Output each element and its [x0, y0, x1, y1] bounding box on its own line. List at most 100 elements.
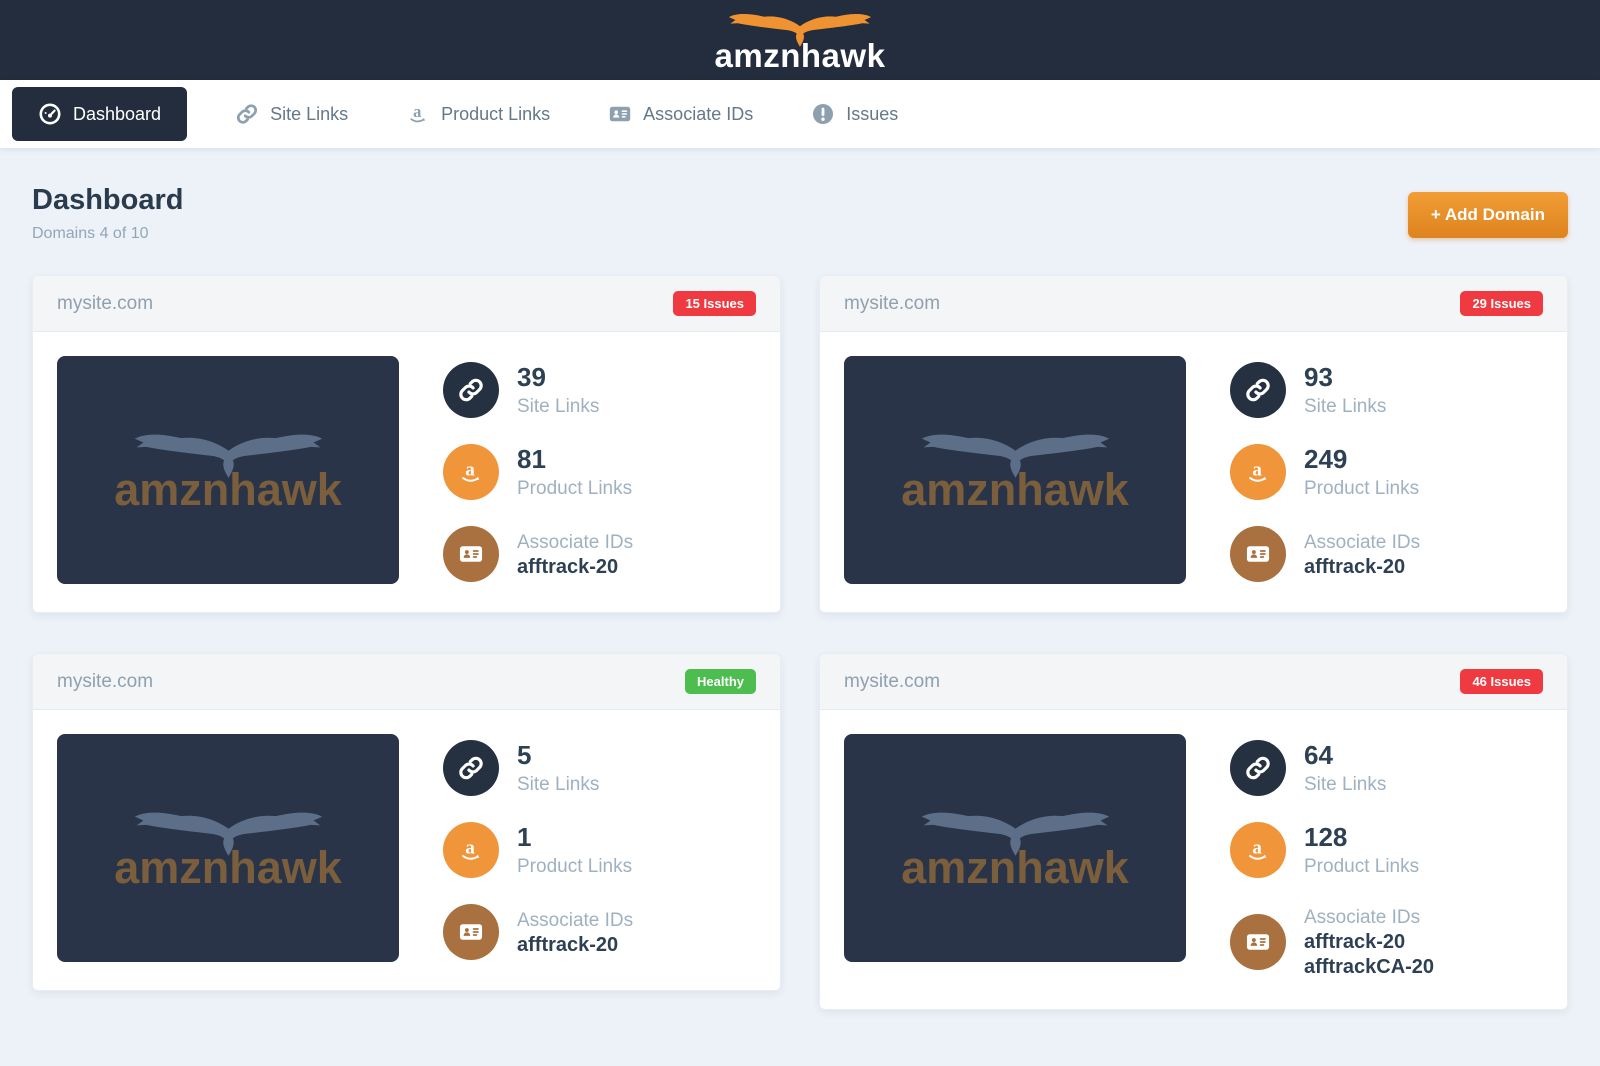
domain-name: mysite.com	[844, 292, 941, 314]
domain-card[interactable]: mysite.com 15 Issues amznhawk 39 Site Li…	[32, 275, 781, 613]
card-body: amznhawk 64 Site Links 128 Product Links	[820, 710, 1567, 1009]
main-nav: Dashboard Site Links Product Links Assoc…	[0, 80, 1600, 148]
card-body: amznhawk 5 Site Links 1 Product Links As…	[33, 710, 780, 990]
thumbnail-brand-text: amznhawk	[114, 464, 342, 515]
site-links-label: Site Links	[517, 396, 600, 417]
site-thumbnail: amznhawk	[57, 356, 399, 584]
associate-ids-stat: Associate IDs afftrack-20	[1230, 526, 1420, 582]
site-links-label: Site Links	[517, 774, 600, 795]
site-links-count: 5	[517, 740, 532, 770]
nav-tab-associate-ids[interactable]: Associate IDs	[598, 88, 763, 140]
site-links-count: 39	[517, 362, 546, 392]
amazon-icon	[1230, 822, 1286, 878]
link-icon	[1230, 362, 1286, 418]
site-links-count: 93	[1304, 362, 1333, 392]
nav-label: Product Links	[441, 103, 551, 124]
product-links-count: 249	[1304, 444, 1348, 474]
product-links-count: 128	[1304, 822, 1348, 852]
card-stats: 39 Site Links 81 Product Links Associate…	[443, 356, 633, 588]
product-links-label: Product Links	[517, 856, 633, 877]
nav-label: Associate IDs	[643, 103, 754, 124]
link-icon	[443, 740, 499, 796]
associate-ids-label: Associate IDs	[517, 910, 634, 931]
link-icon	[1230, 740, 1286, 796]
associate-ids-stat: Associate IDs afftrack-20	[443, 904, 633, 960]
product-links-label: Product Links	[1304, 856, 1420, 877]
amazon-icon	[443, 444, 499, 500]
thumbnail-brand-text: amznhawk	[901, 464, 1129, 515]
gauge-icon	[38, 102, 62, 126]
healthy-badge: Healthy	[685, 669, 756, 694]
issues-badge: 15 Issues	[673, 291, 756, 316]
card-body: amznhawk 93 Site Links 249 Product Links	[820, 332, 1567, 612]
associate-ids-stat: Associate IDs afftrack-20	[443, 526, 633, 582]
issues-badge: 29 Issues	[1460, 291, 1543, 316]
product-links-label: Product Links	[517, 478, 633, 499]
amazon-icon	[406, 102, 430, 126]
page-title: Dashboard	[32, 184, 184, 216]
id-card-icon	[1230, 526, 1286, 582]
card-stats: 64 Site Links 128 Product Links Associat…	[1230, 734, 1434, 985]
site-thumbnail: amznhawk	[844, 734, 1186, 962]
product-links-label: Product Links	[1304, 478, 1420, 499]
associate-id-value: afftrack-20	[517, 934, 619, 956]
id-card-icon	[443, 904, 499, 960]
link-icon	[443, 362, 499, 418]
app-header: amznhawk	[0, 0, 1600, 80]
domain-card[interactable]: mysite.com 46 Issues amznhawk 64 Site Li…	[819, 653, 1568, 1010]
exclamation-icon	[811, 102, 835, 126]
domain-cards-grid: mysite.com 15 Issues amznhawk 39 Site Li…	[32, 275, 1568, 1010]
thumbnail-brand-text: amznhawk	[901, 842, 1129, 893]
id-card-icon	[608, 102, 632, 126]
product-links-count: 1	[517, 822, 532, 852]
card-header: mysite.com 15 Issues	[33, 276, 780, 332]
site-thumbnail: amznhawk	[844, 356, 1186, 584]
site-links-stat: 93 Site Links	[1230, 362, 1420, 418]
nav-tab-issues[interactable]: Issues	[801, 88, 908, 140]
site-links-label: Site Links	[1304, 396, 1387, 417]
id-card-icon	[443, 526, 499, 582]
domain-name: mysite.com	[844, 670, 941, 692]
product-links-stat: 81 Product Links	[443, 444, 633, 500]
nav-tab-product-links[interactable]: Product Links	[396, 88, 560, 140]
site-links-count: 64	[1304, 740, 1333, 770]
domain-name: mysite.com	[57, 670, 154, 692]
domain-card[interactable]: mysite.com Healthy amznhawk 5 Site Links	[32, 653, 781, 991]
product-links-stat: 128 Product Links	[1230, 822, 1434, 878]
associate-id-value: afftrack-20	[1304, 556, 1406, 578]
card-header: mysite.com Healthy	[33, 654, 780, 710]
associate-id-value: afftrack-20	[1304, 931, 1406, 953]
page-head: Dashboard Domains 4 of 10 + Add Domain	[32, 184, 1568, 243]
site-thumbnail: amznhawk	[57, 734, 399, 962]
site-links-stat: 5 Site Links	[443, 740, 633, 796]
nav-label: Issues	[846, 103, 899, 124]
amazon-icon	[1230, 444, 1286, 500]
nav-label: Dashboard	[73, 103, 162, 124]
issues-badge: 46 Issues	[1460, 669, 1543, 694]
brand-name: amznhawk	[714, 36, 886, 74]
brand-logo: amznhawk	[715, 9, 886, 72]
associate-ids-label: Associate IDs	[517, 532, 634, 553]
associate-ids-label: Associate IDs	[1304, 907, 1421, 928]
add-domain-button[interactable]: + Add Domain	[1407, 192, 1568, 238]
site-links-label: Site Links	[1304, 774, 1387, 795]
nav-tab-dashboard[interactable]: Dashboard	[12, 87, 188, 141]
product-links-stat: 1 Product Links	[443, 822, 633, 878]
card-stats: 5 Site Links 1 Product Links Associate I…	[443, 734, 633, 966]
domain-card[interactable]: mysite.com 29 Issues amznhawk 93 Site Li…	[819, 275, 1568, 613]
associate-id-value: afftrack-20	[517, 556, 619, 578]
card-header: mysite.com 46 Issues	[820, 654, 1567, 710]
card-header: mysite.com 29 Issues	[820, 276, 1567, 332]
main-content: Dashboard Domains 4 of 10 + Add Domain m…	[0, 148, 1600, 1010]
nav-label: Site Links	[270, 103, 349, 124]
associate-ids-stat: Associate IDs afftrack-20 afftrackCA-20	[1230, 904, 1434, 979]
card-stats: 93 Site Links 249 Product Links Associat…	[1230, 356, 1420, 588]
domains-count: Domains 4 of 10	[32, 225, 149, 242]
product-links-count: 81	[517, 444, 546, 474]
associate-id-value: afftrackCA-20	[1304, 956, 1435, 978]
link-icon	[235, 102, 259, 126]
site-links-stat: 64 Site Links	[1230, 740, 1434, 796]
domain-name: mysite.com	[57, 292, 154, 314]
nav-tab-site-links[interactable]: Site Links	[225, 88, 358, 140]
associate-ids-label: Associate IDs	[1304, 532, 1421, 553]
